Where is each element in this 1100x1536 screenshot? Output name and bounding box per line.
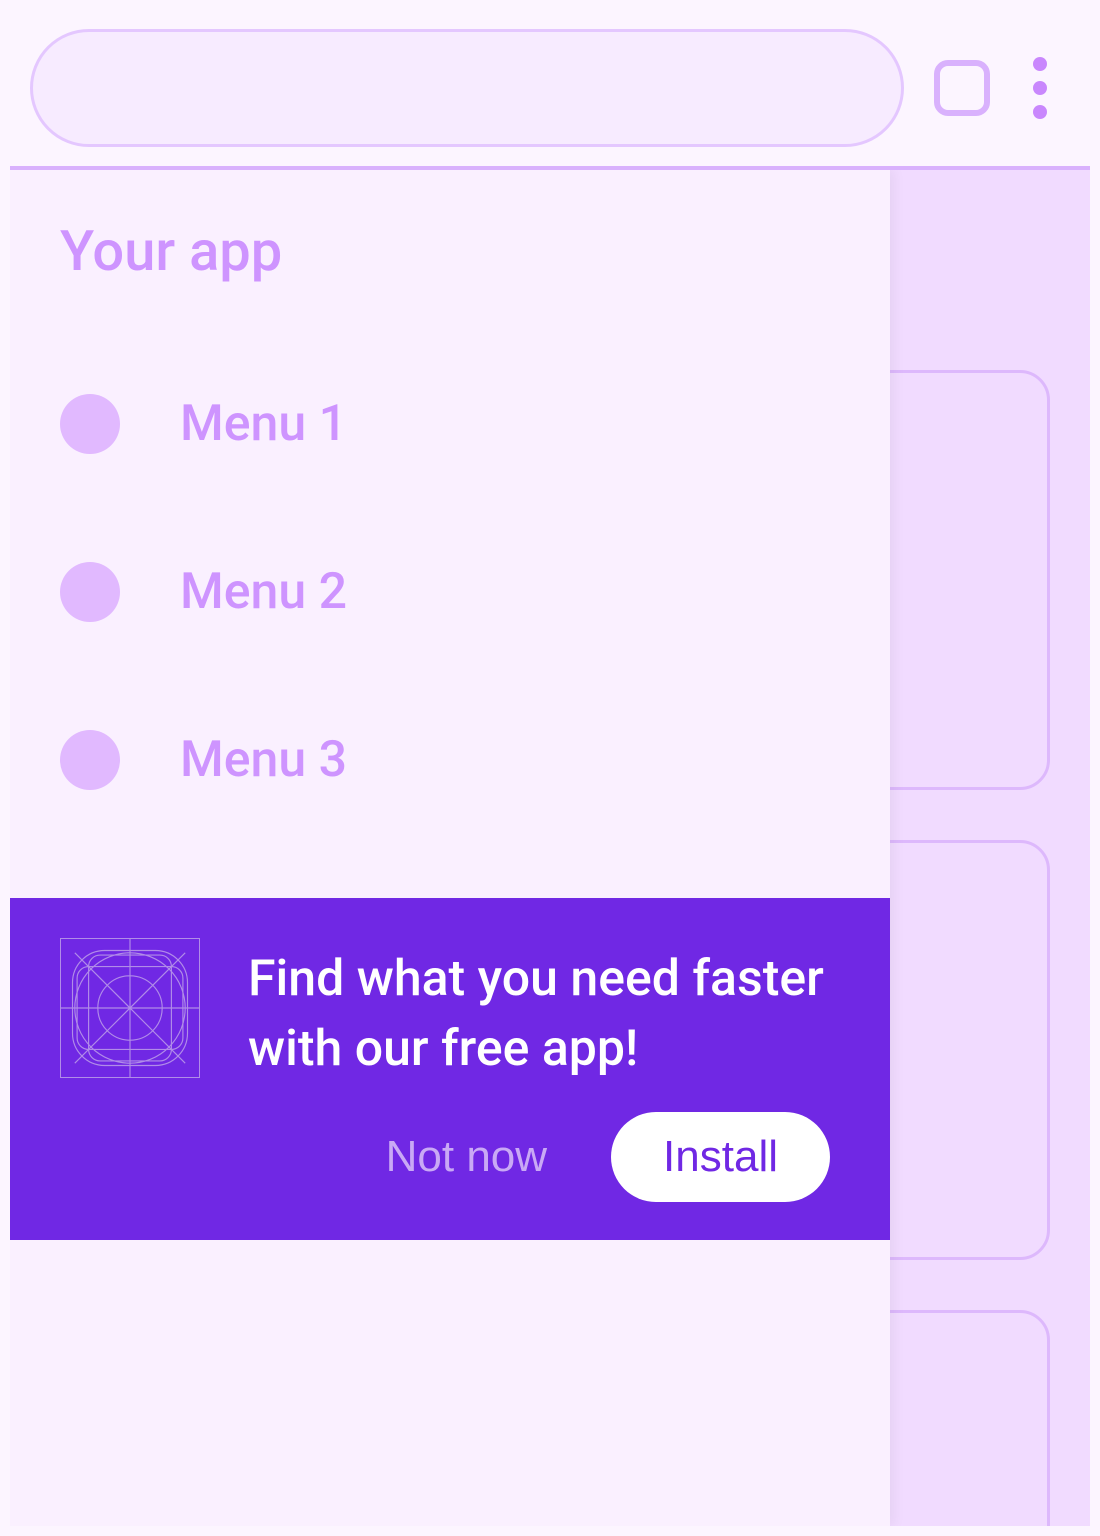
install-banner: Find what you need faster with our free … (10, 898, 890, 1240)
menu-list: Menu 1 Menu 2 Menu 3 (10, 324, 890, 888)
menu-label: Menu 2 (180, 563, 347, 621)
menu-icon (60, 394, 120, 454)
menu-item-2[interactable]: Menu 2 (60, 522, 840, 662)
content-area: Your app Menu 1 Menu 2 Menu 3 (10, 166, 1090, 1526)
phone-frame: Your app Menu 1 Menu 2 Menu 3 (10, 10, 1090, 1526)
menu-icon (60, 562, 120, 622)
menu-item-1[interactable]: Menu 1 (60, 354, 840, 494)
drawer-bottom-space (10, 1240, 890, 1526)
menu-item-3[interactable]: Menu 3 (60, 690, 840, 830)
menu-label: Menu 1 (180, 395, 347, 453)
menu-label: Menu 3 (180, 731, 347, 789)
not-now-button[interactable]: Not now (362, 1114, 571, 1200)
banner-message: Find what you need faster with our free … (248, 938, 840, 1084)
drawer-header: Your app (10, 170, 890, 324)
install-button[interactable]: Install (611, 1112, 830, 1202)
url-bar[interactable] (30, 29, 904, 147)
dot-icon (1033, 81, 1047, 95)
app-title: Your app (60, 218, 840, 284)
browser-top-bar (10, 10, 1090, 166)
dot-icon (1033, 105, 1047, 119)
overflow-menu-button[interactable] (1020, 57, 1070, 119)
banner-content: Find what you need faster with our free … (60, 938, 840, 1084)
app-keyline-icon (60, 938, 200, 1078)
banner-actions: Not now Install (60, 1112, 840, 1202)
dot-icon (1033, 57, 1047, 71)
navigation-drawer: Your app Menu 1 Menu 2 Menu 3 (10, 170, 890, 1526)
menu-icon (60, 730, 120, 790)
tabs-button[interactable] (934, 60, 990, 116)
